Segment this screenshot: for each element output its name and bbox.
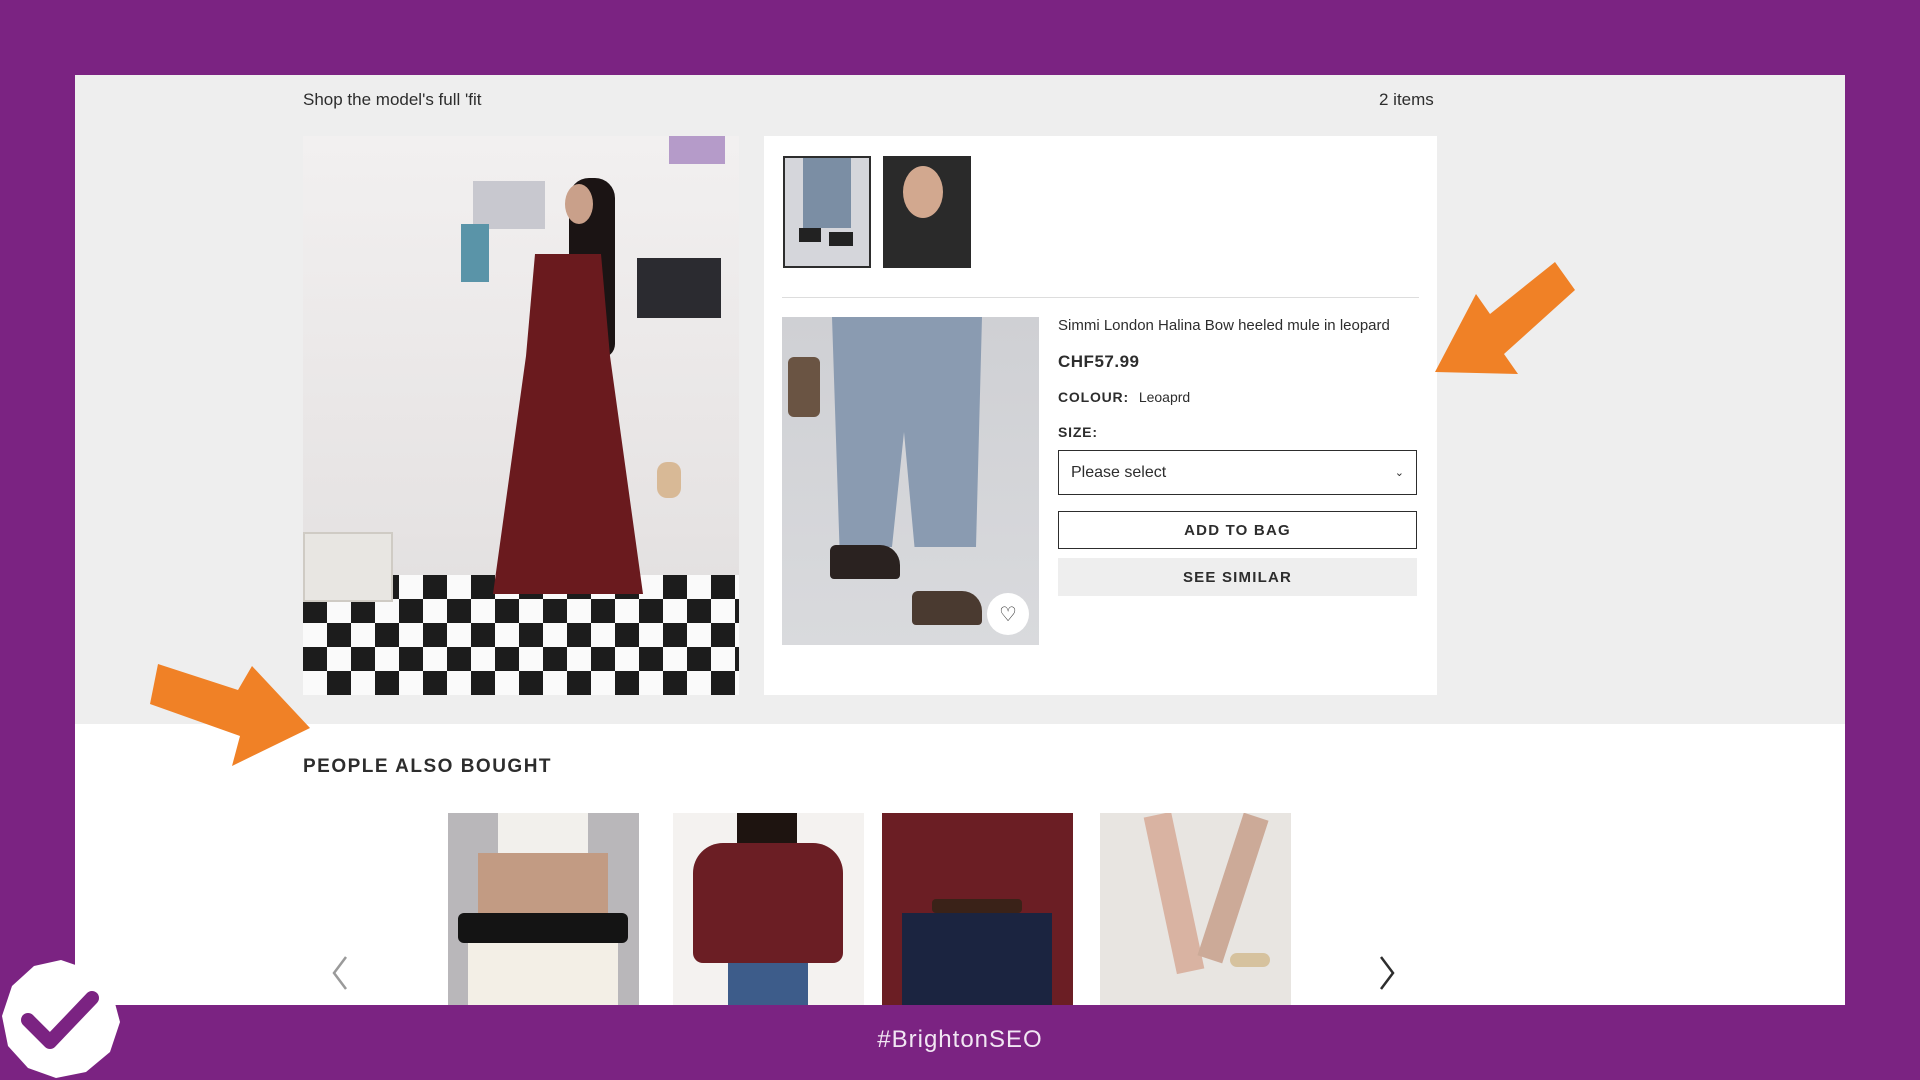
chevron-left-icon: [332, 956, 347, 990]
divider: [782, 297, 1419, 298]
product-photo[interactable]: ♡: [782, 317, 1039, 645]
product-card: ♡ Simmi London Halina Bow heeled mule in…: [764, 136, 1437, 695]
arrow-annotation-icon: [1435, 262, 1575, 374]
recommended-product[interactable]: [1100, 813, 1291, 1005]
shop-the-look-section: Shop the model's full 'fit 2 items ♡ Sim…: [75, 75, 1845, 724]
carousel-next-button[interactable]: [1372, 948, 1402, 998]
chevron-down-icon: ⌄: [1394, 466, 1404, 479]
add-to-bag-button[interactable]: ADD TO BAG: [1058, 511, 1417, 549]
people-also-bought-title: PEOPLE ALSO BOUGHT: [303, 756, 553, 777]
event-hashtag: #BrightonSEO: [877, 1026, 1043, 1053]
chevron-right-icon: [1380, 956, 1395, 990]
product-thumbnail[interactable]: [783, 156, 871, 268]
items-count: 2 items: [1379, 90, 1434, 109]
see-similar-button[interactable]: SEE SIMILAR: [1058, 558, 1417, 596]
slide-canvas: Shop the model's full 'fit 2 items ♡ Sim…: [75, 75, 1845, 1005]
colour-row: COLOUR: Leoaprd: [1058, 389, 1190, 405]
recommended-product[interactable]: [882, 813, 1073, 1005]
product-price: CHF57.99: [1058, 352, 1140, 371]
recommended-product[interactable]: [448, 813, 639, 1005]
size-select[interactable]: Please select ⌄: [1058, 450, 1417, 495]
product-thumbnail[interactable]: [883, 156, 971, 268]
size-label: SIZE:: [1058, 424, 1098, 440]
colour-value: Leoaprd: [1138, 389, 1191, 405]
wishlist-heart-icon[interactable]: ♡: [987, 593, 1029, 635]
arrow-annotation-icon: [150, 664, 310, 766]
carousel-prev-button[interactable]: [325, 948, 355, 998]
section-title: Shop the model's full 'fit: [303, 90, 482, 109]
recommended-product[interactable]: [673, 813, 864, 1005]
checkmark-badge-icon: [2, 960, 120, 1078]
colour-label: COLOUR:: [1058, 389, 1129, 405]
model-photo: [303, 136, 739, 695]
product-name[interactable]: Simmi London Halina Bow heeled mule in l…: [1058, 317, 1390, 334]
size-select-value: Please select: [1071, 463, 1167, 481]
